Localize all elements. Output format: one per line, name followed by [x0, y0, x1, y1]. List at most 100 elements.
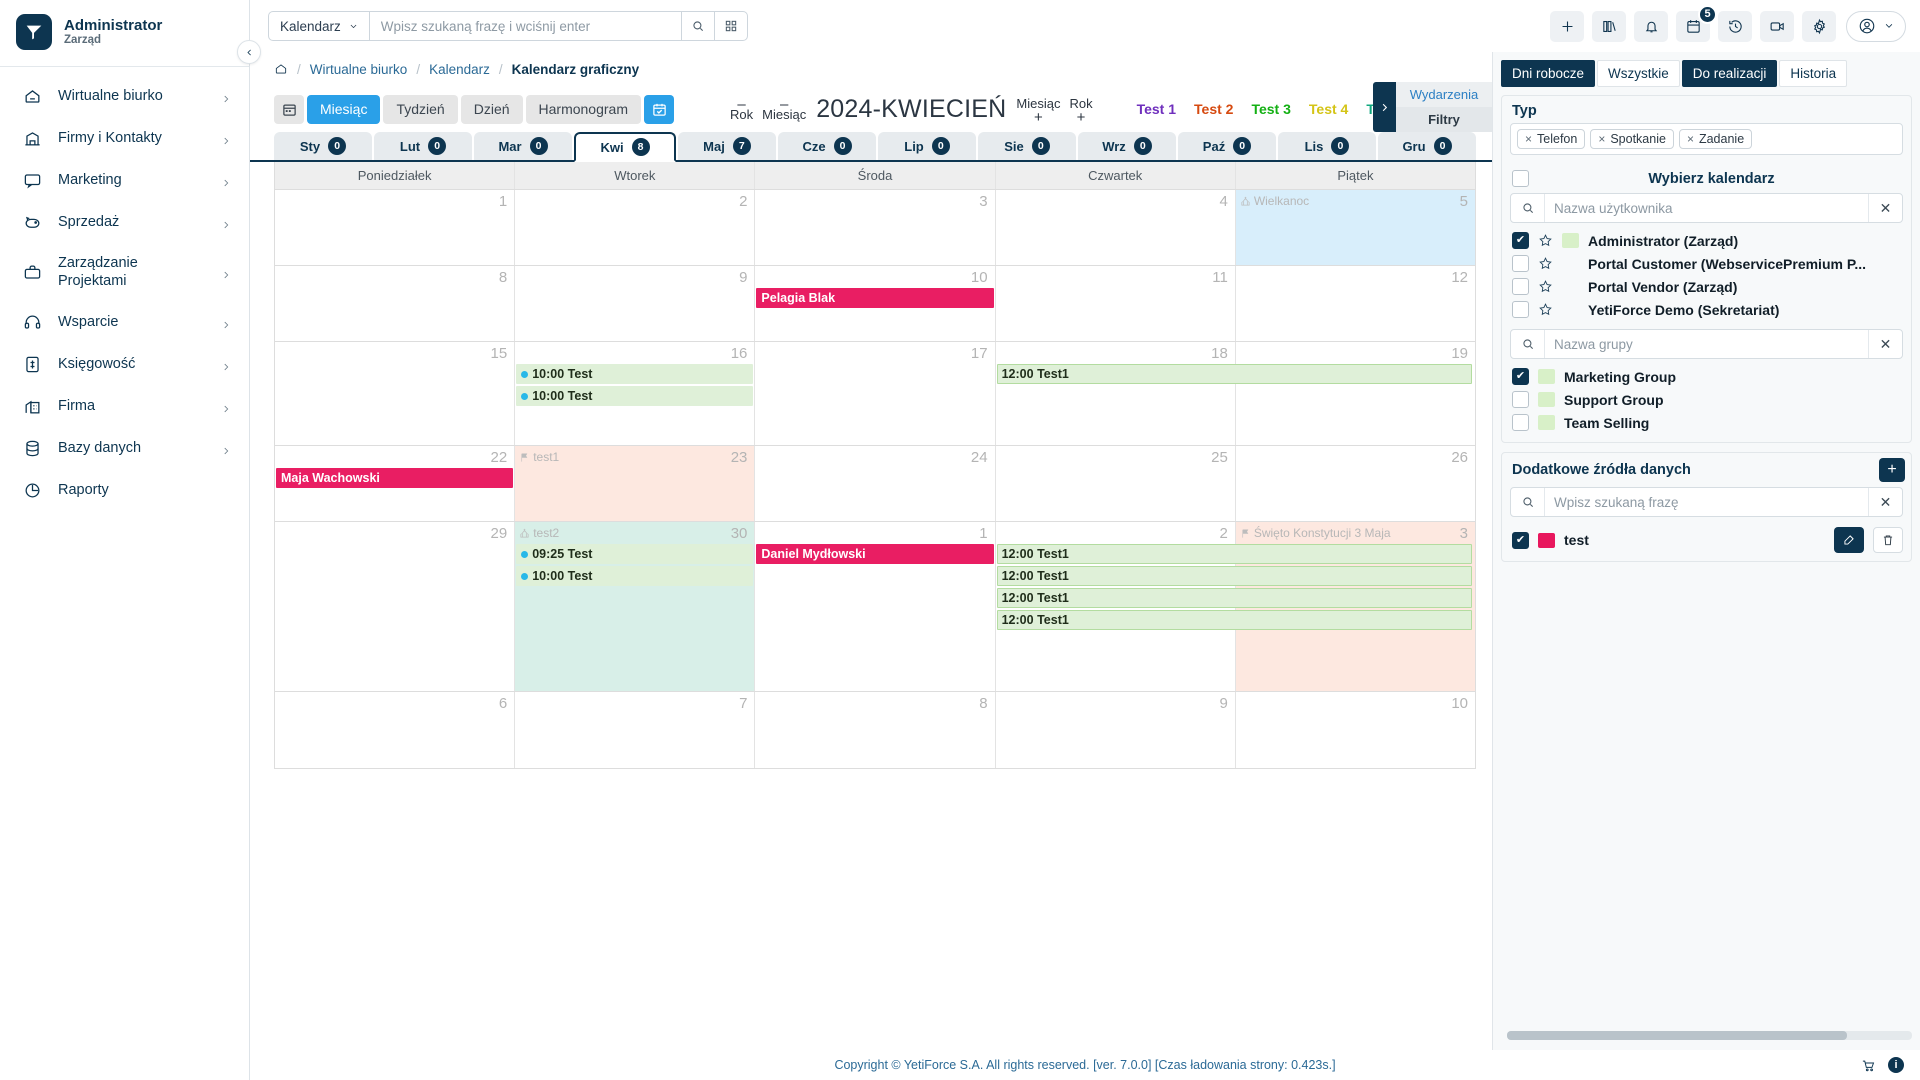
calendar-day-cell[interactable]: Wielkanoc 5: [1235, 190, 1476, 265]
month-tab-lis[interactable]: Lis 0: [1278, 132, 1376, 160]
add-datasource-button[interactable]: +: [1879, 458, 1905, 482]
calendar-day-cell[interactable]: 9: [996, 692, 1236, 768]
sidebar-item-raporty[interactable]: Raporty: [0, 469, 249, 511]
sidebar-item-firmy-i-kontakty[interactable]: Firmy i Kontakty: [0, 117, 249, 159]
calendar-day-cell[interactable]: 4: [996, 190, 1236, 265]
calendar-day-cell[interactable]: 25: [996, 446, 1236, 521]
calendar-event[interactable]: 12:00 Test1: [996, 544, 1473, 564]
delete-datasource-button[interactable]: [1873, 527, 1903, 553]
calendar-day-cell[interactable]: 10 Pelagia Blak: [755, 266, 996, 341]
segment-dni-robocze[interactable]: Dni robocze: [1501, 60, 1596, 87]
favorite-star-icon[interactable]: [1538, 279, 1553, 294]
video-icon[interactable]: [1760, 10, 1794, 42]
cart-icon[interactable]: [1861, 1058, 1876, 1073]
calendar-day-cell[interactable]: 29: [275, 522, 516, 691]
segment-historia[interactable]: Historia: [1779, 60, 1848, 87]
month-tab-wrz[interactable]: Wrz 0: [1078, 132, 1176, 160]
group-checkbox[interactable]: [1512, 368, 1529, 385]
calendar-event[interactable]: 10:00 Test: [516, 364, 754, 384]
user-search-input[interactable]: [1545, 194, 1868, 222]
today-button[interactable]: [644, 94, 674, 124]
calendar-event[interactable]: 10:00 Test: [516, 386, 754, 406]
calendar-day-cell[interactable]: test1 23: [515, 446, 756, 521]
calendar-picker-button[interactable]: [274, 94, 304, 124]
test-filter-2[interactable]: Test 2: [1194, 101, 1233, 117]
calendar-day-cell[interactable]: 1 Daniel Mydłowski: [755, 522, 996, 691]
calendar-event[interactable]: 10:00 Test: [516, 566, 754, 586]
calendar-day-cell[interactable]: 17: [755, 342, 996, 445]
type-tag-input[interactable]: × Telefon × Spotkanie × Zadanie: [1510, 123, 1903, 155]
datasource-search-input[interactable]: [1545, 488, 1868, 516]
sidebar-item-wsparcie[interactable]: Wsparcie: [0, 301, 249, 343]
calendar-event[interactable]: Pelagia Blak: [756, 288, 994, 308]
info-icon[interactable]: i: [1888, 1057, 1904, 1073]
calendar-day-cell[interactable]: 22 Maja Wachowski: [275, 446, 516, 521]
view-button-harmonogram[interactable]: Harmonogram: [525, 94, 641, 124]
calendar-event[interactable]: Daniel Mydłowski: [756, 544, 994, 564]
calendar-day-cell[interactable]: 24: [755, 446, 996, 521]
breadcrumb-item-1[interactable]: Kalendarz: [429, 62, 490, 77]
bell-icon[interactable]: [1634, 10, 1668, 42]
test-filter-1[interactable]: Test 1: [1137, 101, 1176, 117]
user-checkbox[interactable]: [1512, 232, 1529, 249]
test-filter-3[interactable]: Test 3: [1251, 101, 1290, 117]
sidebar-item-wirtualne-biurko[interactable]: Wirtualne biurko: [0, 75, 249, 117]
home-icon[interactable]: [274, 62, 288, 76]
favorite-star-icon[interactable]: [1538, 256, 1553, 271]
month-tab-lip[interactable]: Lip 0: [878, 132, 976, 160]
favorite-star-icon[interactable]: [1538, 233, 1553, 248]
group-checkbox[interactable]: [1512, 391, 1529, 408]
brand[interactable]: Administrator Zarząd: [0, 0, 249, 66]
view-button-dzien[interactable]: Dzień: [460, 94, 523, 124]
view-button-tydzien[interactable]: Tydzień: [383, 94, 458, 124]
calendar-day-cell[interactable]: 26: [1236, 446, 1475, 521]
user-menu-button[interactable]: [1846, 10, 1906, 42]
month-tab-sty[interactable]: Sty 0: [274, 132, 372, 160]
filters-flyout-toggle[interactable]: [1373, 82, 1396, 132]
next-month-button[interactable]: + Miesiąc: [1016, 97, 1060, 125]
test-filter-4[interactable]: Test 4: [1309, 101, 1348, 117]
month-tab-sie[interactable]: Sie 0: [978, 132, 1076, 160]
scrollbar-thumb[interactable]: [1507, 1031, 1848, 1040]
sidebar-item-bazy-danych[interactable]: Bazy danych: [0, 427, 249, 469]
segment-wszystkie[interactable]: Wszystkie: [1597, 60, 1680, 87]
month-tab-cze[interactable]: Cze 0: [778, 132, 876, 160]
clear-datasource-search-button[interactable]: ✕: [1868, 488, 1902, 516]
clear-user-search-button[interactable]: ✕: [1868, 194, 1902, 222]
flyout-tab-wydarzenia[interactable]: Wydarzenia: [1396, 82, 1492, 107]
calendar-day-cell[interactable]: 19: [1236, 342, 1475, 445]
user-checkbox[interactable]: [1512, 255, 1529, 272]
calendar-event[interactable]: Maja Wachowski: [276, 468, 514, 488]
calendar-event[interactable]: 09:25 Test: [516, 544, 754, 564]
calendar-day-cell[interactable]: 9: [515, 266, 756, 341]
select-all-calendars-checkbox[interactable]: [1512, 170, 1529, 187]
calendar-icon[interactable]: 5: [1676, 4, 1717, 42]
calendar-day-cell[interactable]: 3: [755, 190, 996, 265]
group-checkbox[interactable]: [1512, 414, 1529, 431]
gear-icon[interactable]: [1802, 10, 1836, 42]
type-tag-zadanie[interactable]: × Zadanie: [1678, 129, 1753, 149]
sidebar-item-ksiegowosc[interactable]: Księgowość: [0, 343, 249, 385]
calendar-day-cell[interactable]: 8: [275, 266, 516, 341]
calendar-day-cell[interactable]: 2: [515, 190, 756, 265]
calendar-day-cell[interactable]: 12: [1236, 266, 1475, 341]
calendar-event[interactable]: 12:00 Test1: [996, 566, 1473, 586]
segment-do-realizacji[interactable]: Do realizacji: [1681, 60, 1778, 87]
month-tab-lut[interactable]: Lut 0: [374, 132, 472, 160]
calendar-day-cell[interactable]: 2 12:00 Test1 12:00 Test1 12:00 Test1 12:00 …: [996, 522, 1473, 691]
search-submit-button[interactable]: [681, 12, 714, 40]
month-tab-gru[interactable]: Gru 0: [1378, 132, 1476, 160]
type-tag-telefon[interactable]: × Telefon: [1517, 129, 1586, 149]
month-tab-mar[interactable]: Mar 0: [474, 132, 572, 160]
sidebar-item-sprzedaz[interactable]: Sprzedaż: [0, 201, 249, 243]
user-checkbox[interactable]: [1512, 278, 1529, 295]
remove-icon[interactable]: ×: [1598, 132, 1605, 146]
view-button-miesiac[interactable]: Miesiąc: [307, 94, 381, 124]
sidebar-collapse-button[interactable]: [237, 40, 261, 64]
sidebar-item-firma[interactable]: Firma: [0, 385, 249, 427]
edit-datasource-button[interactable]: [1834, 527, 1864, 553]
calendar-event[interactable]: 12:00 Test1: [996, 610, 1473, 630]
remove-icon[interactable]: ×: [1525, 132, 1532, 146]
calendar-day-cell[interactable]: 18 12:00 Test1: [996, 342, 1473, 445]
datasource-checkbox[interactable]: [1512, 531, 1529, 549]
